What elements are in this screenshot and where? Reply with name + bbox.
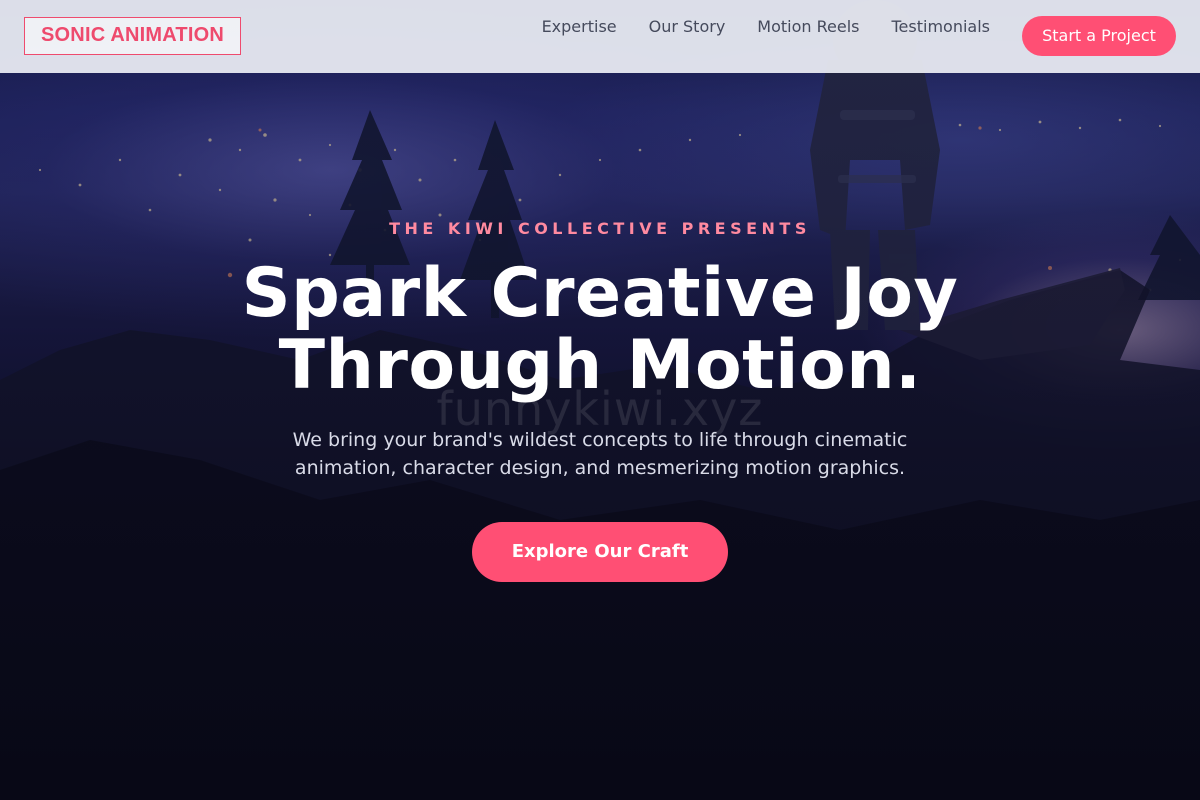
- brand-logo[interactable]: SONIC ANIMATION: [24, 17, 241, 55]
- nav-link-our-story[interactable]: Our Story: [649, 17, 726, 37]
- landing-page: funnykiwi.xyz SONIC ANIMATION Expertise …: [0, 0, 1200, 800]
- hero-headline: Spark Creative Joy Through Motion.: [0, 258, 1200, 402]
- nav-link-expertise[interactable]: Expertise: [542, 17, 617, 37]
- explore-craft-button[interactable]: Explore Our Craft: [472, 522, 728, 582]
- hero-subtext: We bring your brand's wildest concepts t…: [292, 429, 908, 479]
- top-navbar: SONIC ANIMATION Expertise Our Story Moti…: [0, 0, 1200, 73]
- hero-eyebrow: THE KIWI COLLECTIVE PRESENTS: [389, 219, 811, 238]
- hero-headline-line-2: Through Motion.: [278, 326, 922, 405]
- nav-links: Expertise Our Story Motion Reels Testimo…: [542, 17, 990, 37]
- nav-link-testimonials[interactable]: Testimonials: [892, 17, 991, 37]
- hero-headline-line-1: Spark Creative Joy: [241, 254, 959, 333]
- start-project-button[interactable]: Start a Project: [1022, 16, 1176, 56]
- nav-link-motion-reels[interactable]: Motion Reels: [757, 17, 859, 37]
